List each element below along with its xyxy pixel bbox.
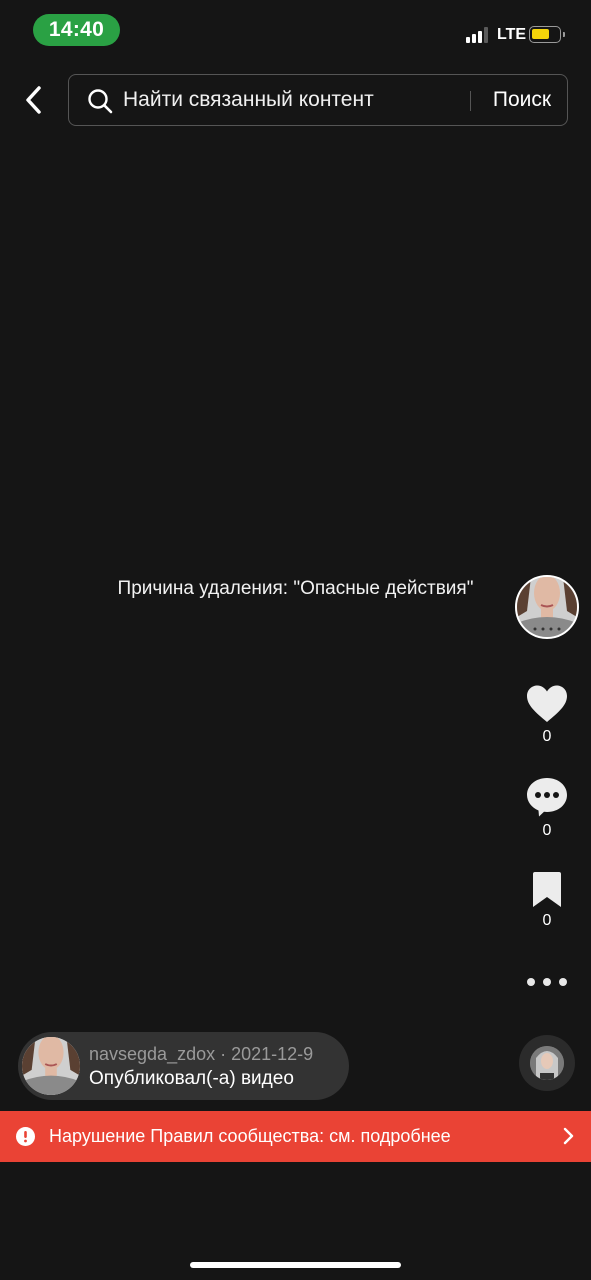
comment-count: 0 bbox=[542, 822, 552, 839]
violation-banner[interactable]: Нарушение Правил сообщества: см. подробн… bbox=[0, 1111, 591, 1162]
more-dots-icon bbox=[527, 978, 535, 986]
search-submit-button[interactable]: Поиск bbox=[477, 75, 567, 125]
comment-button[interactable]: 0 bbox=[522, 776, 572, 840]
like-button[interactable]: 0 bbox=[522, 684, 572, 746]
home-indicator bbox=[190, 1262, 401, 1268]
author-meta: navsegda_zdox · 2021-12-9 bbox=[89, 1044, 314, 1064]
creator-avatar[interactable] bbox=[515, 575, 579, 639]
avatar-image bbox=[22, 1037, 80, 1095]
violation-text: Нарушение Правил сообщества: см. подробн… bbox=[49, 1126, 451, 1146]
chevron-left-icon bbox=[26, 86, 41, 114]
status-time: 14:40 bbox=[33, 14, 120, 46]
save-button[interactable]: 0 bbox=[522, 871, 572, 930]
back-button[interactable] bbox=[14, 80, 54, 120]
author-avatar bbox=[22, 1037, 80, 1095]
chevron-right-icon bbox=[563, 1127, 574, 1145]
search-input[interactable] bbox=[123, 75, 463, 125]
battery-icon bbox=[529, 26, 565, 43]
author-info[interactable]: navsegda_zdox · 2021-12-9 Опубликовал(-а… bbox=[18, 1032, 349, 1100]
signal-icon bbox=[466, 27, 488, 43]
author-action: Опубликовал(-а) видео bbox=[89, 1068, 294, 1089]
search-divider bbox=[470, 91, 471, 111]
search-bar: Поиск bbox=[68, 74, 568, 126]
network-type: LTE bbox=[497, 26, 527, 43]
like-count: 0 bbox=[542, 728, 552, 745]
bookmark-icon bbox=[533, 872, 561, 907]
alert-circle-icon bbox=[16, 1127, 35, 1146]
sound-avatar bbox=[530, 1046, 564, 1080]
heart-icon bbox=[527, 685, 567, 722]
sound-disc[interactable] bbox=[519, 1035, 575, 1091]
removal-reason: Причина удаления: "Опасные действия" bbox=[117, 578, 474, 599]
avatar-image bbox=[517, 577, 577, 637]
search-icon bbox=[88, 89, 113, 114]
avatar-image bbox=[530, 1046, 564, 1080]
app-screen: 14:40 LTE Поиск Причина удаления: "Опасн… bbox=[0, 0, 591, 1280]
more-button[interactable] bbox=[527, 972, 567, 992]
save-count: 0 bbox=[542, 912, 552, 929]
comment-icon bbox=[527, 778, 567, 817]
